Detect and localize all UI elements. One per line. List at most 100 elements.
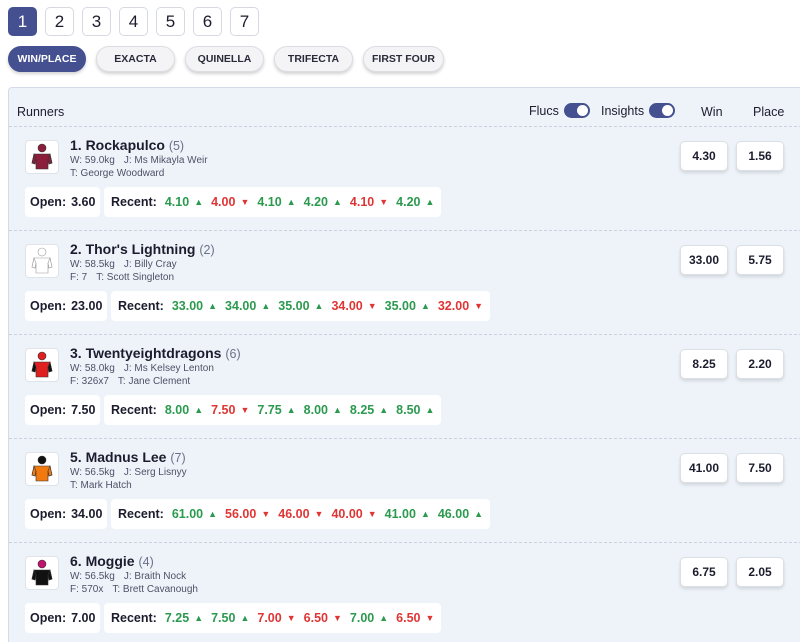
fluc-price: 7.00	[257, 611, 282, 625]
open-value: 3.60	[71, 195, 96, 209]
race-tab-3[interactable]: 3	[82, 7, 111, 36]
runner-meta-line-1: W: 58.5kg J: Billy Cray	[70, 259, 177, 270]
triangle-down-icon: ▼	[332, 613, 342, 623]
win-price-button[interactable]: 4.30	[680, 141, 728, 171]
fluc-price: 4.10	[164, 195, 190, 209]
fluc-price: 4.20	[303, 195, 328, 209]
runner-meta: W: 59.0kg	[70, 155, 115, 166]
fluc-price: 4.20	[396, 195, 421, 209]
race-tab-7[interactable]: 7	[230, 7, 259, 36]
open-price: Open: 34.00	[25, 499, 108, 529]
place-price-button[interactable]: 2.20	[736, 349, 784, 379]
win-price-button[interactable]: 8.25	[680, 349, 728, 379]
triangle-up-icon: ▲	[332, 405, 342, 415]
open-label: Open:	[30, 611, 67, 625]
runner-name[interactable]: 6. Moggie	[70, 553, 135, 569]
recent-label: Recent:	[118, 507, 164, 521]
triangle-up-icon: ▲	[314, 301, 324, 311]
triangle-up-icon: ▲	[379, 613, 389, 623]
bet-tab-quinella[interactable]: QUINELLA	[185, 46, 264, 72]
insights-switch[interactable]	[649, 103, 676, 118]
runner-barrier: (5)	[168, 139, 185, 153]
triangle-up-icon: ▲	[194, 613, 204, 623]
place-price-button[interactable]: 5.75	[736, 245, 784, 275]
fluc-value: 7.50 ▲	[211, 611, 249, 625]
runner-meta: J: Serg Lisnyy	[123, 467, 187, 478]
bet-tab-trifecta[interactable]: TRIFECTA	[274, 46, 353, 72]
fluc-value: 35.00 ▲	[385, 299, 430, 313]
triangle-up-icon: ▲	[208, 509, 218, 519]
recent-label: Recent:	[111, 403, 157, 417]
runner-meta-line-1: W: 58.0kg J: Ms Kelsey Lenton	[70, 363, 214, 374]
open-price: Open: 7.00	[25, 603, 101, 633]
fluc-value: 7.75 ▲	[257, 403, 295, 417]
triangle-up-icon: ▲	[286, 197, 296, 207]
recent-label: Recent:	[111, 611, 157, 625]
fluc-price: 6.50	[303, 611, 328, 625]
fluc-value: 7.25 ▲	[165, 611, 203, 625]
runner-meta: F: 7	[70, 272, 88, 283]
win-price-button[interactable]: 33.00	[680, 245, 728, 275]
recent-flucs: Recent: 33.00 ▲ 34.00 ▲ 35.00 ▲ 34.00 ▼ 35.00 ▲ 32.…	[111, 291, 491, 321]
runner-meta-line-2: F: 326x7 T: Jane Clement	[70, 376, 190, 387]
triangle-up-icon: ▲	[420, 301, 430, 311]
fluc-value: 6.50 ▼	[304, 611, 342, 625]
runner-name[interactable]: 2. Thor's Lightning	[70, 241, 195, 257]
fluc-value: 8.00 ▲	[304, 403, 342, 417]
race-tab-2[interactable]: 2	[45, 7, 74, 36]
runner-row: 1. Rockapulco (5) W: 59.0kg J: Ms Mikayla …	[9, 126, 800, 230]
win-price-button[interactable]: 6.75	[680, 557, 728, 587]
runner-name[interactable]: 1. Rockapulco	[70, 137, 165, 153]
runner-name-line: 1. Rockapulco (5)	[70, 137, 184, 153]
fluc-price: 7.75	[257, 403, 282, 417]
fluc-value: 35.00 ▲	[278, 299, 323, 313]
triangle-down-icon: ▼	[286, 613, 296, 623]
runner-name-line: 6. Moggie (4)	[70, 553, 154, 569]
place-price-button[interactable]: 7.50	[736, 453, 784, 483]
jockey-silk-icon	[25, 556, 59, 590]
bet-tab-exacta[interactable]: EXACTA	[96, 46, 175, 72]
triangle-up-icon: ▲	[208, 301, 218, 311]
bet-tab-win-place[interactable]: WIN/PLACE	[8, 46, 86, 72]
fluc-price: 46.00	[278, 507, 310, 521]
insights-toggle[interactable]: Insights	[601, 103, 676, 118]
runner-meta: W: 58.0kg	[70, 363, 115, 374]
runner-name[interactable]: 5. Madnus Lee	[70, 449, 166, 465]
win-price-button[interactable]: 41.00	[680, 453, 728, 483]
runner-meta: F: 570x	[70, 584, 104, 595]
fluc-price: 4.00	[211, 195, 236, 209]
triangle-down-icon: ▼	[367, 301, 377, 311]
bet-tab-first-four[interactable]: FIRST FOUR	[363, 46, 444, 72]
fluc-price: 33.00	[171, 299, 204, 313]
triangle-up-icon: ▲	[194, 197, 204, 207]
fluc-value: 8.25 ▲	[350, 403, 388, 417]
fluc-price: 8.50	[396, 403, 421, 417]
triangle-up-icon: ▲	[286, 405, 296, 415]
runner-name[interactable]: 3. Twentyeightdragons	[70, 345, 221, 361]
fluc-value: 56.00 ▼	[225, 507, 270, 521]
runner-meta: T: Mark Hatch	[70, 480, 132, 491]
place-price-button[interactable]: 1.56	[736, 141, 784, 171]
runner-row: 3. Twentyeightdragons (6) W: 58.0kg J: Ms …	[9, 334, 800, 438]
race-tab-5[interactable]: 5	[156, 7, 185, 36]
open-label: Open:	[30, 507, 67, 521]
fluc-price: 4.10	[257, 195, 282, 209]
open-value: 34.00	[71, 507, 103, 521]
race-tab-1[interactable]: 1	[8, 7, 37, 36]
race-tabs: 1234567	[8, 7, 259, 36]
race-tab-4[interactable]: 4	[119, 7, 148, 36]
triangle-down-icon: ▼	[240, 405, 250, 415]
triangle-down-icon: ▼	[314, 509, 324, 519]
race-tab-6[interactable]: 6	[193, 7, 222, 36]
fluc-price: 8.00	[164, 403, 190, 417]
place-price-button[interactable]: 2.05	[736, 557, 784, 587]
open-label: Open:	[30, 403, 67, 417]
runner-meta-line-2: T: George Woodward	[70, 168, 164, 179]
recent-flucs: Recent: 7.25 ▲ 7.50 ▲ 7.00 ▼ 6.50 ▼ 7.00 ▲ 6.50 ▼	[104, 603, 442, 633]
flucs-switch[interactable]	[563, 103, 590, 118]
flucs-toggle[interactable]: Flucs	[529, 103, 590, 118]
fluc-price: 4.10	[349, 195, 375, 209]
open-label: Open:	[30, 299, 67, 313]
runner-barrier: (4)	[138, 555, 154, 569]
runner-meta-line-1: W: 56.5kg J: Serg Lisnyy	[70, 467, 187, 478]
